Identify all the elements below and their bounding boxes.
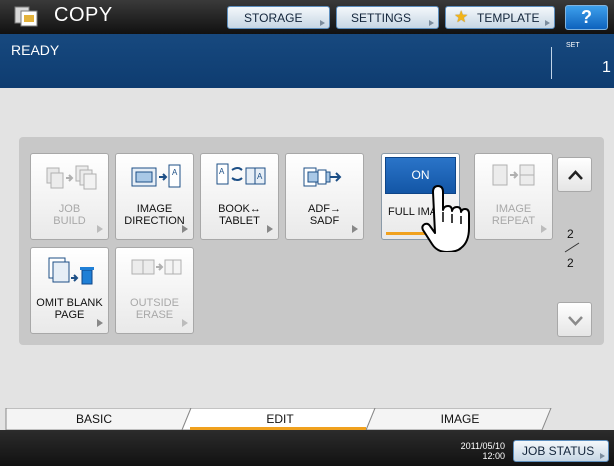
tile-label-line1: BOOK↔ bbox=[218, 203, 261, 215]
tile-label-line1: OMIT BLANK bbox=[36, 297, 103, 309]
date-time: 2011/05/10 12:00 bbox=[445, 441, 505, 461]
status-text: READY bbox=[11, 42, 60, 58]
arrow-right-icon bbox=[600, 453, 605, 459]
job-build-button[interactable]: JOB BUILD bbox=[30, 153, 109, 240]
date-text: 2011/05/10 bbox=[460, 441, 505, 451]
job-build-icon bbox=[46, 165, 97, 190]
star-icon: ★ bbox=[454, 9, 469, 26]
template-label: TEMPLATE bbox=[477, 10, 540, 25]
chevron-up-icon bbox=[568, 170, 583, 180]
tile-label-line1: IMAGE bbox=[136, 203, 173, 215]
triangle-right-icon bbox=[97, 225, 103, 233]
top-bar: COPY STORAGE SETTINGS ★ TEMPLATE ? bbox=[0, 0, 614, 34]
time-text: 12:00 bbox=[482, 451, 505, 461]
outside-erase-button[interactable]: OUTSIDE ERASE bbox=[115, 247, 194, 334]
arrow-right-icon bbox=[545, 20, 550, 26]
page-divider bbox=[564, 242, 580, 253]
storage-label: STORAGE bbox=[244, 10, 303, 25]
arrow-right-icon bbox=[429, 20, 434, 26]
divider bbox=[551, 47, 552, 79]
chevron-down-icon bbox=[568, 316, 583, 326]
scroll-up-button[interactable] bbox=[557, 157, 592, 192]
template-button[interactable]: ★ TEMPLATE bbox=[445, 6, 555, 29]
arrow-right-icon bbox=[320, 20, 325, 26]
triangle-right-icon bbox=[182, 225, 188, 233]
image-direction-button[interactable]: A IMAGE DIRECTION bbox=[115, 153, 194, 240]
help-button[interactable]: ? bbox=[565, 5, 608, 30]
triangle-right-icon bbox=[541, 225, 547, 233]
tile-label-line1: JOB bbox=[58, 203, 81, 215]
omit-blank-page-icon bbox=[48, 257, 94, 285]
adf-sadf-button[interactable]: ADF→ SADF bbox=[285, 153, 364, 240]
tile-label-line1: OUTSIDE bbox=[130, 297, 179, 309]
image-repeat-button[interactable]: IMAGE REPEAT bbox=[474, 153, 553, 240]
tab-image[interactable]: IMAGE bbox=[372, 408, 548, 430]
triangle-right-icon bbox=[97, 319, 103, 327]
copy-screen: COPY STORAGE SETTINGS ★ TEMPLATE ? READY… bbox=[0, 0, 614, 466]
svg-text:A: A bbox=[257, 172, 263, 181]
copy-icon bbox=[14, 6, 38, 27]
set-label: SET bbox=[566, 42, 580, 49]
triangle-right-icon bbox=[267, 225, 273, 233]
omit-blank-page-button[interactable]: OMIT BLANK PAGE bbox=[30, 247, 109, 334]
tile-label-line1: IMAGE bbox=[495, 203, 532, 215]
app-title: COPY bbox=[54, 4, 113, 26]
status-bar: READY SET 1 bbox=[0, 34, 614, 88]
adf-sadf-icon bbox=[303, 167, 342, 187]
settings-label: SETTINGS bbox=[351, 10, 412, 25]
book-tablet-button[interactable]: A A BOOK↔ TABLET bbox=[200, 153, 279, 240]
tile-label-line1: ADF→ bbox=[308, 203, 341, 215]
outside-erase-icon bbox=[131, 259, 182, 275]
hand-pointer-icon bbox=[421, 185, 470, 252]
page-current: 2 bbox=[567, 227, 574, 241]
set-count: 1 bbox=[602, 59, 611, 76]
svg-text:A: A bbox=[219, 167, 225, 176]
job-status-label: JOB STATUS bbox=[522, 444, 595, 458]
tab-edit[interactable]: EDIT bbox=[190, 408, 370, 430]
page-total: 2 bbox=[567, 256, 574, 270]
tab-basic[interactable]: BASIC bbox=[6, 408, 182, 430]
storage-button[interactable]: STORAGE bbox=[227, 6, 330, 29]
triangle-right-icon bbox=[352, 225, 358, 233]
job-status-button[interactable]: JOB STATUS bbox=[513, 440, 609, 462]
image-repeat-icon bbox=[492, 164, 535, 186]
book-tablet-icon: A A bbox=[216, 163, 266, 185]
triangle-right-icon bbox=[182, 319, 188, 327]
svg-text:A: A bbox=[172, 168, 178, 177]
image-direction-icon: A bbox=[131, 164, 181, 188]
settings-button[interactable]: SETTINGS bbox=[336, 6, 439, 29]
scroll-down-button[interactable] bbox=[557, 302, 592, 337]
